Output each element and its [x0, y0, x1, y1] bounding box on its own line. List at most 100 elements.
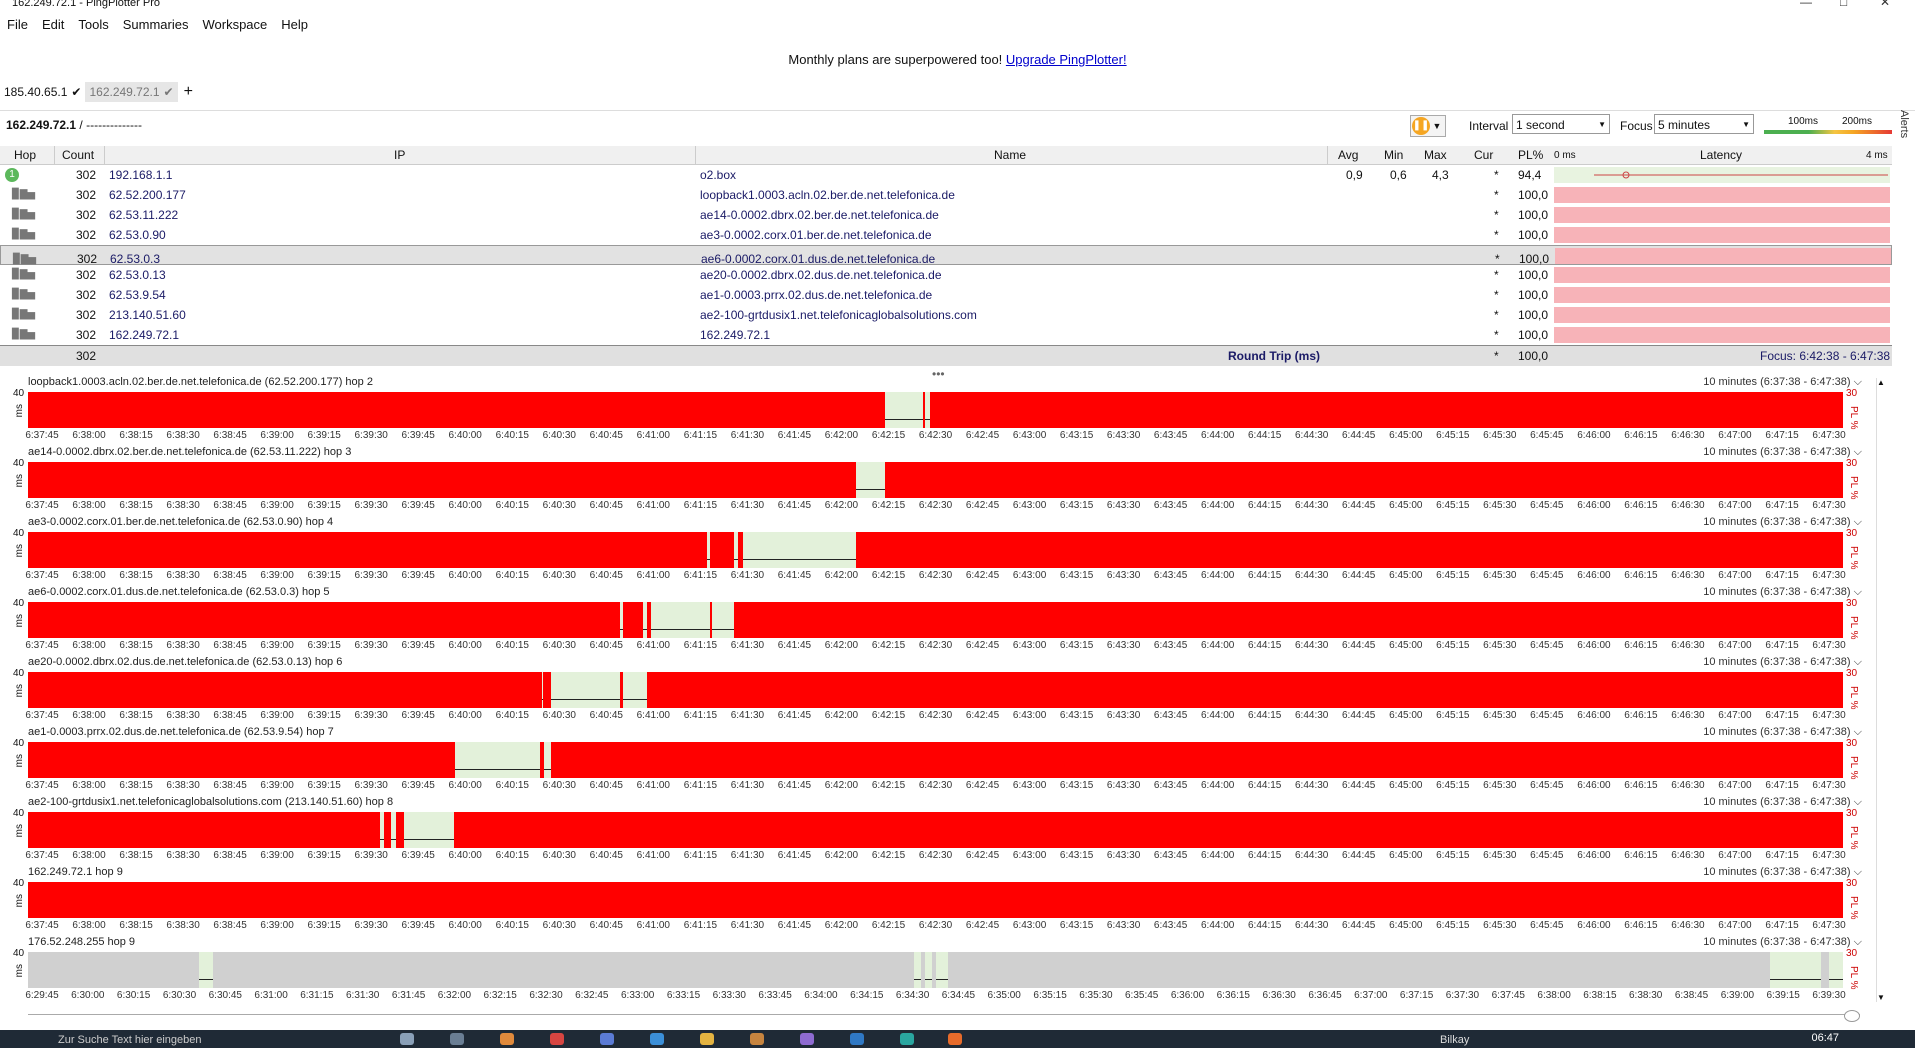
col-avg[interactable]: Avg [1338, 148, 1358, 162]
bar-chart-icon[interactable]: ▉▇▅ [12, 189, 35, 200]
time-tick: 6:35:00 [987, 990, 1021, 1001]
hop-graph[interactable]: ae1-0.0003.prrx.02.dus.de.net.telefonica… [0, 726, 1880, 796]
time-tick: 6:42:15 [871, 780, 906, 791]
edge-icon[interactable] [650, 1033, 664, 1045]
upgrade-link[interactable]: Upgrade PingPlotter! [1006, 52, 1127, 67]
time-tick: 6:42:15 [871, 430, 906, 441]
time-tick: 6:46:00 [1577, 780, 1611, 791]
menu-workspace[interactable]: Workspace [195, 16, 274, 34]
table-row[interactable]: ▉▇▅ 302 62.53.9.54 ae1-0.0003.prrx.02.dus.d… [0, 285, 1892, 305]
col-ip[interactable]: IP [394, 148, 405, 162]
table-row[interactable]: ▉▇▅ 302 62.53.0.13 ae20-0.0002.dbrx.02.dus.… [0, 265, 1892, 285]
close-icon[interactable]: ✕ [1880, 0, 1890, 8]
app-icon[interactable] [800, 1033, 814, 1045]
table-row[interactable]: ▉▇▅ 302 62.53.0.90 ae3-0.0002.corx.01.ber.d… [0, 225, 1892, 245]
table-row[interactable]: ▉▇▅ 302 62.52.200.177 loopback1.0003.acln.0… [0, 185, 1892, 205]
menu-file[interactable]: File [0, 16, 35, 34]
col-max[interactable]: Max [1424, 148, 1447, 162]
time-tick: 6:43:45 [1153, 850, 1188, 861]
tab-target[interactable]: 162.249.72.1 ✔ [85, 82, 178, 102]
menu-help[interactable]: Help [274, 16, 315, 34]
latency-bar [1554, 207, 1890, 223]
hop-graph[interactable]: ae6-0.0002.corx.01.dus.de.net.telefonica… [0, 586, 1880, 656]
table-row[interactable]: ▉▇▅ 302 62.53.11.222 ae14-0.0002.dbrx.02.be… [0, 205, 1892, 225]
bar-chart-icon[interactable]: ▉▇▅ [12, 209, 35, 220]
bar-chart-icon[interactable]: ▉▇▅ [12, 309, 35, 320]
chevron-down-icon[interactable]: ▼ [1431, 116, 1443, 136]
add-tab-icon[interactable]: + [184, 83, 193, 101]
chrome-icon[interactable] [550, 1033, 564, 1045]
time-tick: 6:38:00 [72, 850, 106, 861]
time-scroll-thumb[interactable] [1844, 1010, 1860, 1022]
round-trip-summary: 302 Round Trip (ms) * 100,0 Focus: 6:42:38 -… [0, 345, 1892, 366]
graph-y-max: 40 [13, 388, 25, 399]
hop-graph[interactable]: 162.249.72.1 hop 9 10 minutes (6:37:38 - … [0, 866, 1880, 936]
col-hop[interactable]: Hop [14, 148, 36, 162]
time-scrollbar[interactable] [28, 1010, 1860, 1022]
bar-chart-icon[interactable]: ▉▇▅ [12, 269, 35, 280]
cell-name: ae1-0.0003.prrx.02.dus.de.net.telefonica… [700, 288, 933, 302]
time-tick: 6:45:15 [1436, 570, 1470, 581]
pause-button[interactable]: ❚❚ ▼ [1410, 115, 1446, 137]
alerts-tab[interactable]: Alerts [1896, 110, 1910, 140]
col-latency[interactable]: Latency [1700, 148, 1742, 162]
hop-graph[interactable]: ae2-100-grtdusix1.net.telefonicaglobalso… [0, 796, 1880, 866]
app-icon[interactable] [750, 1033, 764, 1045]
graph-range[interactable]: 10 minutes (6:37:38 - 6:47:38) ⌵ [1703, 866, 1862, 879]
col-count[interactable]: Count [62, 148, 94, 162]
col-name[interactable]: Name [994, 148, 1026, 162]
graphs-scrollbar[interactable]: ▲ ▼ [1876, 378, 1891, 1002]
bar-chart-icon[interactable]: ▉▇▅ [12, 289, 35, 300]
maximize-icon[interactable]: □ [1840, 0, 1847, 8]
app-icon[interactable] [600, 1033, 614, 1045]
tab-target[interactable]: 185.40.65.1 ✔ [0, 82, 85, 102]
menu-tools[interactable]: Tools [71, 16, 115, 34]
graph-range[interactable]: 10 minutes (6:37:38 - 6:47:38) ⌵ [1703, 376, 1862, 389]
col-divider [54, 146, 55, 164]
hop-graph[interactable]: ae14-0.0002.dbrx.02.ber.de.net.telefonic… [0, 446, 1880, 516]
graph-range[interactable]: 10 minutes (6:37:38 - 6:47:38) ⌵ [1703, 656, 1862, 669]
table-row[interactable]: 1 302 192.168.1.1 o2.box 0,9 0,6 4,3 * 94,4 [0, 165, 1892, 185]
mail-icon[interactable] [850, 1033, 864, 1045]
graph-range[interactable]: 10 minutes (6:37:38 - 6:47:38) ⌵ [1703, 586, 1862, 599]
taskbar-search[interactable]: Zur Suche Text hier eingeben [58, 1034, 202, 1046]
hop-graph[interactable]: loopback1.0003.acln.02.ber.de.net.telefo… [0, 376, 1880, 446]
folder-icon[interactable] [700, 1033, 714, 1045]
time-tick: 6:45:45 [1530, 780, 1564, 791]
table-row[interactable]: ▉▇▅ 302 62.53.0.3 ae6-0.0002.corx.01.dus.de… [0, 245, 1892, 266]
graph-range[interactable]: 10 minutes (6:37:38 - 6:47:38) ⌵ [1703, 446, 1862, 459]
time-tick: 6:44:15 [1248, 430, 1282, 441]
scroll-up-icon[interactable]: ▲ [1877, 378, 1885, 387]
app-icon[interactable] [500, 1033, 514, 1045]
graph-range[interactable]: 10 minutes (6:37:38 - 6:47:38) ⌵ [1703, 796, 1862, 809]
scroll-down-icon[interactable]: ▼ [1877, 993, 1885, 1002]
col-pl[interactable]: PL% [1518, 148, 1543, 162]
graph-range[interactable]: 10 minutes (6:37:38 - 6:47:38) ⌵ [1703, 516, 1862, 529]
time-tick: 6:38:45 [213, 430, 247, 441]
graph-range[interactable]: 10 minutes (6:37:38 - 6:47:38) ⌵ [1703, 726, 1862, 739]
table-row[interactable]: ▉▇▅ 302 162.249.72.1 162.249.72.1 * 100,0 [0, 325, 1892, 345]
graph-time-axis: 6:37:45 6:38:00 6:38:15 6:38:30 6:38:45 6:39:… [25, 500, 1845, 512]
col-cur[interactable]: Cur [1474, 148, 1493, 162]
table-row[interactable]: ▉▇▅ 302 213.140.51.60 ae2-100-grtdusix1.net… [0, 305, 1892, 325]
menu-summaries[interactable]: Summaries [116, 16, 196, 34]
time-tick: 6:44:45 [1342, 780, 1376, 791]
pingplotter-icon[interactable] [948, 1033, 962, 1045]
widgets-icon[interactable] [450, 1033, 464, 1045]
taskview-icon[interactable] [400, 1033, 414, 1045]
hop-graph[interactable]: 176.52.248.255 hop 9 10 minutes (6:37:38 … [0, 936, 1880, 1006]
menu-edit[interactable]: Edit [35, 16, 71, 34]
app-icon[interactable] [900, 1033, 914, 1045]
focus-select[interactable]: 5 minutes ▼ [1654, 114, 1754, 134]
graph-range[interactable]: 10 minutes (6:37:38 - 6:47:38) ⌵ [1703, 936, 1862, 949]
bar-chart-icon[interactable]: ▉▇▅ [12, 229, 35, 240]
interval-select[interactable]: 1 second ▼ [1512, 114, 1610, 134]
hop-graph[interactable]: ae20-0.0002.dbrx.02.dus.de.net.telefonic… [0, 656, 1880, 726]
bar-chart-icon[interactable]: ▉▇▅ [12, 329, 35, 340]
time-tick: 6:43:45 [1153, 780, 1188, 791]
time-tick: 6:45:00 [1389, 850, 1423, 861]
chevron-down-icon: ▼ [1742, 120, 1750, 129]
col-min[interactable]: Min [1384, 148, 1403, 162]
minimize-icon[interactable]: — [1800, 0, 1812, 8]
hop-graph[interactable]: ae3-0.0002.corx.01.ber.de.net.telefonica… [0, 516, 1880, 586]
